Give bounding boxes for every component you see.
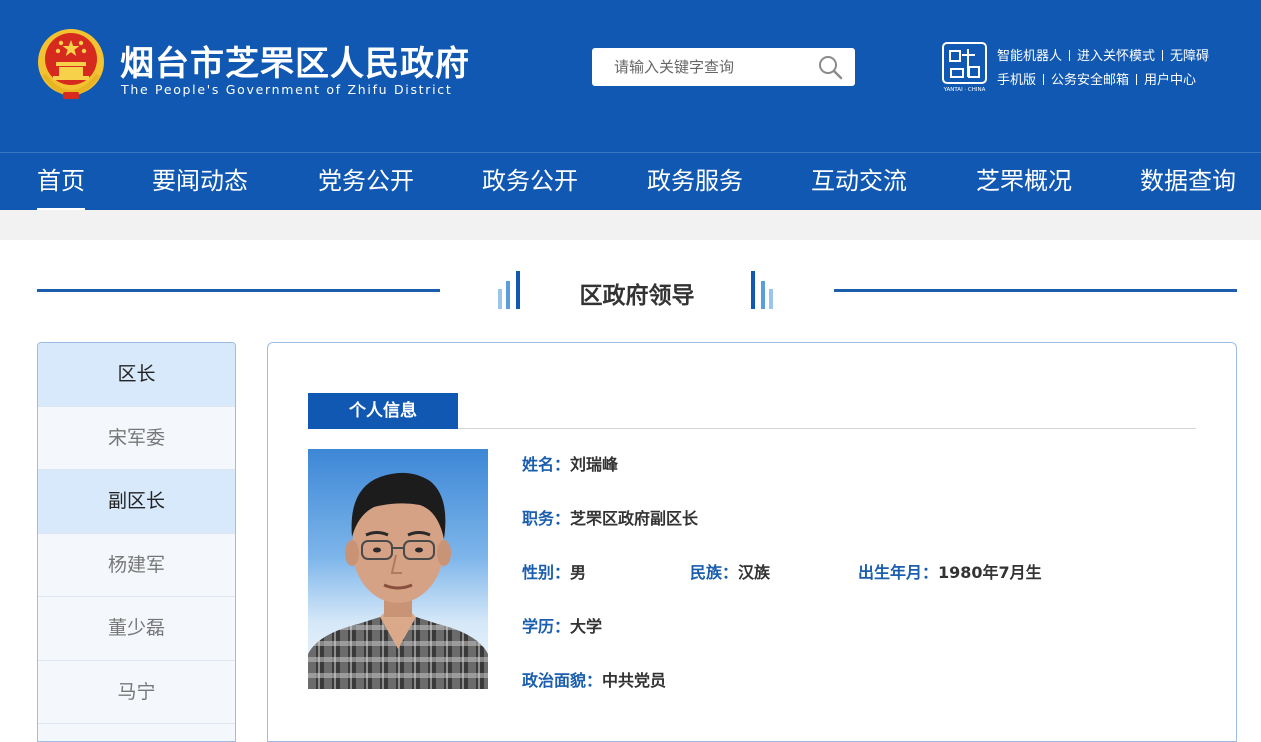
seal-caption: YANTAI · CHINA — [943, 87, 986, 93]
sidebar-item-yang-jianjun[interactable]: 杨建军 — [38, 533, 235, 597]
site-header: 烟台市芝罘区人民政府 The People's Government of Zh… — [0, 0, 1261, 152]
ethnicity-label: 民族： — [690, 563, 739, 582]
leader-photo — [308, 449, 488, 689]
sidebar-item-dong-shaolei[interactable]: 董少磊 — [38, 597, 235, 661]
political-value: 中共党员 — [602, 671, 667, 690]
tab-underline — [458, 428, 1196, 429]
nav-data-query[interactable]: 数据查询 — [1140, 153, 1236, 211]
gender-label: 性别： — [522, 563, 571, 582]
nav-party-affairs[interactable]: 党务公开 — [318, 153, 414, 211]
field-name: 姓名：刘瑞峰 — [522, 451, 618, 475]
main-nav: 首页 要闻动态 党务公开 政务公开 政务服务 互动交流 芝罘概况 数据查询 — [0, 152, 1261, 211]
sidebar-item-song-junwei[interactable]: 宋军委 — [38, 406, 235, 470]
field-political-status: 政治面貌：中共党员 — [522, 667, 666, 691]
top-links-row-1: 智能机器人 进入关怀模式 无障碍 — [997, 45, 1209, 69]
political-label: 政治面貌： — [522, 671, 603, 690]
top-links-row-2: 手机版 公务安全邮箱 用户中心 — [997, 69, 1209, 93]
search-icon[interactable] — [817, 54, 843, 80]
link-secure-mail[interactable]: 公务安全邮箱 — [1051, 73, 1129, 88]
site-title[interactable]: 烟台市芝罘区人民政府 — [120, 36, 470, 85]
birth-label: 出生年月： — [858, 563, 939, 582]
link-separator — [1136, 74, 1138, 85]
education-label: 学历： — [522, 617, 571, 636]
yantai-seal-icon[interactable]: YANTAI · CHINA — [941, 41, 988, 93]
field-education: 学历：大学 — [522, 613, 602, 637]
position-label: 职务： — [522, 509, 571, 528]
education-value: 大学 — [570, 617, 603, 636]
field-ethnicity: 民族：汉族 — [690, 559, 770, 583]
position-value: 芝罘区政府副区长 — [570, 509, 699, 528]
personal-info-tab[interactable]: 个人信息 — [308, 393, 458, 429]
field-gender: 性别：男 — [522, 559, 586, 583]
nav-government-affairs[interactable]: 政务公开 — [482, 153, 578, 211]
field-birth: 出生年月：1980年7月生 — [858, 559, 1042, 583]
ethnicity-value: 汉族 — [738, 563, 771, 582]
name-value: 刘瑞峰 — [570, 455, 619, 474]
name-label: 姓名： — [522, 455, 571, 474]
gender-value: 男 — [570, 563, 587, 582]
link-separator — [1069, 50, 1071, 61]
field-position: 职务：芝罘区政府副区长 — [522, 505, 698, 529]
section-title: 区政府领导 — [579, 283, 695, 309]
link-mobile[interactable]: 手机版 — [997, 73, 1036, 88]
portrait-illustration — [308, 472, 488, 689]
nav-interaction[interactable]: 互动交流 — [811, 153, 907, 211]
link-robot[interactable]: 智能机器人 — [997, 49, 1062, 64]
sidebar-item-ma-ning[interactable]: 马宁 — [38, 660, 235, 724]
section-deco-left — [498, 271, 524, 309]
site-subtitle: The People's Government of Zhifu Distric… — [121, 82, 453, 97]
search-box — [592, 48, 855, 86]
leader-sidebar: 区长 宋军委 副区长 杨建军 董少磊 马宁 — [37, 342, 236, 742]
link-accessibility[interactable]: 无障碍 — [1170, 49, 1209, 64]
link-care-mode[interactable]: 进入关怀模式 — [1077, 49, 1155, 64]
sidebar-heading-mayor[interactable]: 区长 — [38, 343, 235, 407]
national-emblem-icon[interactable] — [36, 26, 106, 100]
birth-value: 1980年7月生 — [938, 563, 1042, 582]
nav-government-services[interactable]: 政务服务 — [647, 153, 743, 211]
link-user-center[interactable]: 用户中心 — [1144, 73, 1196, 88]
nav-news[interactable]: 要闻动态 — [152, 153, 248, 211]
profile-panel: 个人信息 姓名：刘瑞峰 职务：芝罘区政府副区长 性别：男 民族：汉族 出生年月：… — [267, 342, 1237, 742]
link-separator — [1043, 74, 1045, 85]
section-divider-right — [834, 289, 1237, 292]
top-links: 智能机器人 进入关怀模式 无障碍 手机版 公务安全邮箱 用户中心 — [997, 45, 1209, 93]
link-separator — [1162, 50, 1164, 61]
search-input[interactable] — [614, 58, 824, 76]
nav-home[interactable]: 首页 — [37, 153, 85, 211]
section-divider-left — [37, 289, 440, 292]
gray-band — [0, 210, 1261, 240]
section-deco-right — [751, 271, 777, 309]
nav-zhifu-overview[interactable]: 芝罘概况 — [976, 153, 1072, 211]
sidebar-heading-deputy-mayor[interactable]: 副区长 — [38, 470, 235, 534]
